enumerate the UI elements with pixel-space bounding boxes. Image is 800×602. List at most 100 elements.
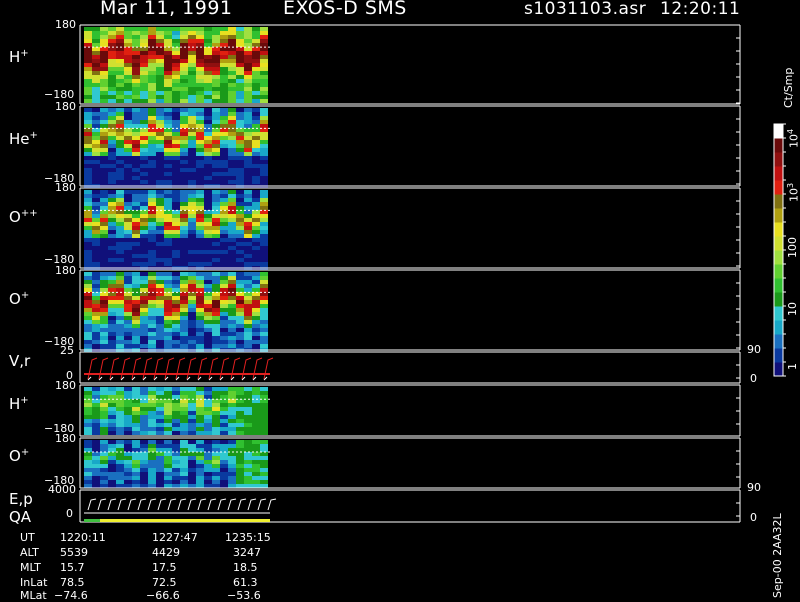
heatmap-cell: [116, 460, 124, 464]
heatmap-cell: [164, 31, 172, 35]
heatmap-cell: [108, 75, 116, 79]
heatmap-cell: [100, 35, 108, 39]
heatmap-cell: [220, 176, 228, 180]
heatmap-cell: [140, 198, 148, 202]
heatmap-cell: [108, 148, 116, 152]
heatmap-cell: [236, 198, 244, 202]
heatmap-cell: [252, 391, 260, 395]
heatmap-cell: [196, 423, 204, 427]
heatmap-cell: [84, 55, 92, 59]
heatmap-cell: [236, 284, 244, 288]
heatmap-cell: [132, 91, 140, 95]
heatmap-cell: [132, 95, 140, 99]
heatmap-cell: [124, 230, 132, 234]
heatmap-cell: [156, 140, 164, 144]
heatmap-cell: [220, 284, 228, 288]
heatmap-cell: [108, 250, 116, 254]
heatmap-cell: [172, 332, 180, 336]
velocity-trace: [142, 357, 153, 380]
heatmap-cell: [252, 336, 260, 340]
heatmap-cell: [172, 55, 180, 59]
heatmap-cell: [116, 120, 124, 124]
heatmap-cell: [172, 472, 180, 476]
heatmap-cell: [156, 300, 164, 304]
heatmap-cell: [244, 276, 252, 280]
heatmap-cell: [244, 230, 252, 234]
heatmap-cell: [180, 272, 188, 276]
heatmap-cell: [108, 419, 116, 423]
heatmap-cell: [172, 238, 180, 242]
heatmap-cell: [188, 124, 196, 128]
heatmap-cell: [220, 95, 228, 99]
heatmap-cell: [84, 280, 92, 284]
heatmap-cell: [132, 51, 140, 55]
heatmap-cell: [92, 254, 100, 258]
heatmap-cell: [180, 136, 188, 140]
heatmap-cell: [92, 194, 100, 198]
heatmap-cell: [100, 476, 108, 480]
heatmap-cell: [100, 468, 108, 472]
heatmap-cell: [116, 164, 124, 168]
heatmap-cell: [116, 87, 124, 91]
heatmap-cell: [212, 172, 220, 176]
heatmap-cell: [236, 332, 244, 336]
heatmap-cell: [260, 206, 268, 210]
heatmap-cell: [188, 214, 196, 218]
heatmap-cell: [204, 262, 212, 266]
heatmap-cell: [116, 440, 124, 444]
heatmap-cell: [172, 214, 180, 218]
heatmap-cell: [180, 419, 188, 423]
heatmap-cell: [84, 300, 92, 304]
heatmap-cell: [164, 460, 172, 464]
colorbar-segment: [774, 124, 783, 139]
file-name: s1031103.asr: [524, 0, 647, 19]
heatmap-cell: [132, 395, 140, 399]
heatmap-cell: [244, 79, 252, 83]
heatmap-cell: [196, 31, 204, 35]
heatmap-cell: [244, 332, 252, 336]
heatmap-cell: [196, 340, 204, 344]
heatmap-cell: [172, 440, 180, 444]
heatmap-cell: [212, 415, 220, 419]
heatmap-cell: [196, 238, 204, 242]
heatmap-cell: [212, 55, 220, 59]
heatmap-cell: [180, 403, 188, 407]
heatmap-cell: [236, 172, 244, 176]
footer-value: 61.3: [233, 576, 258, 589]
heatmap-cell: [236, 456, 244, 460]
heatmap-cell: [108, 27, 116, 31]
heatmap-cell: [228, 464, 236, 468]
heatmap-cell: [244, 206, 252, 210]
heatmap-cell: [84, 296, 92, 300]
energy-trace: [167, 498, 177, 511]
heatmap-cell: [180, 254, 188, 258]
heatmap-cell: [108, 31, 116, 35]
heatmap-cell: [156, 308, 164, 312]
heatmap-cell: [148, 324, 156, 328]
heatmap-cell: [116, 83, 124, 87]
heatmap-cell: [100, 246, 108, 250]
heatmap-cell: [252, 476, 260, 480]
heatmap-cell: [220, 464, 228, 468]
heatmap-cell: [196, 43, 204, 47]
heatmap-cell: [220, 484, 228, 488]
heatmap-cell: [84, 194, 92, 198]
heatmap-cell: [252, 419, 260, 423]
heatmap-cell: [228, 262, 236, 266]
velocity-trace: [230, 357, 241, 380]
heatmap-cell: [260, 59, 268, 63]
heatmap-cell: [204, 328, 212, 332]
heatmap-cell: [244, 168, 252, 172]
heatmap-cell: [252, 238, 260, 242]
heatmap-cell: [172, 108, 180, 112]
heatmap-cell: [236, 39, 244, 43]
heatmap-cell: [260, 160, 268, 164]
heatmap-cell: [260, 476, 268, 480]
heatmap-cell: [140, 99, 148, 103]
heatmap-cell: [188, 230, 196, 234]
heatmap-cell: [140, 202, 148, 206]
heatmap-cell: [100, 168, 108, 172]
heatmap-cell: [100, 132, 108, 136]
heatmap-cell: [132, 324, 140, 328]
heatmap-cell: [204, 59, 212, 63]
